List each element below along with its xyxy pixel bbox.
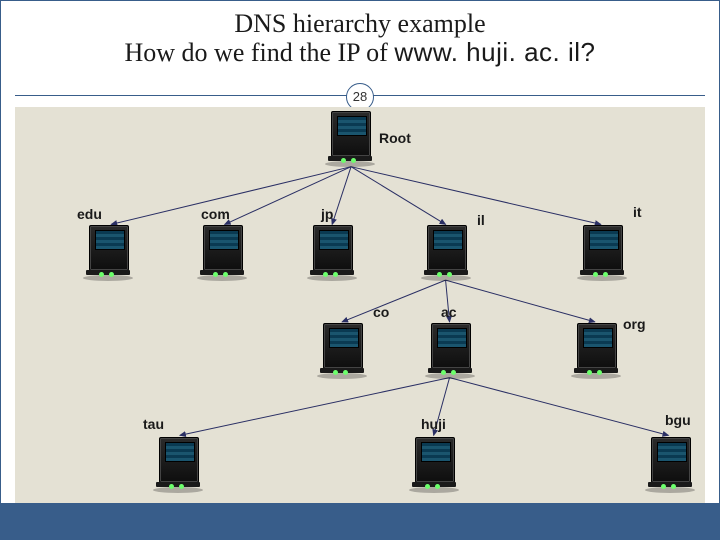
slide: DNS hierarchy example How do we find the… xyxy=(0,0,720,540)
label-edu: edu xyxy=(77,207,102,221)
label-root: Root xyxy=(379,131,411,145)
node-ac xyxy=(431,323,473,379)
node-edu xyxy=(89,225,131,281)
node-com xyxy=(203,225,245,281)
server-icon xyxy=(583,225,625,281)
server-icon xyxy=(331,111,373,167)
label-huji: huji xyxy=(421,417,446,431)
diagram-canvas: Root edu com jp il it co ac org tau huji… xyxy=(15,107,705,503)
label-co: co xyxy=(373,305,389,319)
node-il xyxy=(427,225,469,281)
slide-footer-bar xyxy=(1,503,719,539)
server-icon xyxy=(323,323,365,379)
label-il: il xyxy=(477,213,485,227)
label-tau: tau xyxy=(143,417,164,431)
server-icon xyxy=(431,323,473,379)
title-line-2: How do we find the IP of www. huji. ac. … xyxy=(1,38,719,67)
node-huji xyxy=(415,437,457,493)
node-org xyxy=(577,323,619,379)
node-tau xyxy=(159,437,201,493)
title-line-1: DNS hierarchy example xyxy=(1,9,719,38)
server-icon xyxy=(159,437,201,493)
server-icon xyxy=(427,225,469,281)
node-jp xyxy=(313,225,355,281)
label-jp: jp xyxy=(321,207,333,221)
node-it xyxy=(583,225,625,281)
slide-title: DNS hierarchy example How do we find the… xyxy=(1,9,719,67)
label-org: org xyxy=(623,317,646,331)
server-icon xyxy=(577,323,619,379)
node-co xyxy=(323,323,365,379)
server-icon xyxy=(89,225,131,281)
server-icon xyxy=(415,437,457,493)
node-bgu xyxy=(651,437,693,493)
label-ac: ac xyxy=(441,305,457,319)
server-icon xyxy=(313,225,355,281)
label-bgu: bgu xyxy=(665,413,691,427)
label-com: com xyxy=(201,207,230,221)
label-it: it xyxy=(633,205,642,219)
server-icon xyxy=(203,225,245,281)
node-root xyxy=(331,111,373,167)
server-icon xyxy=(651,437,693,493)
